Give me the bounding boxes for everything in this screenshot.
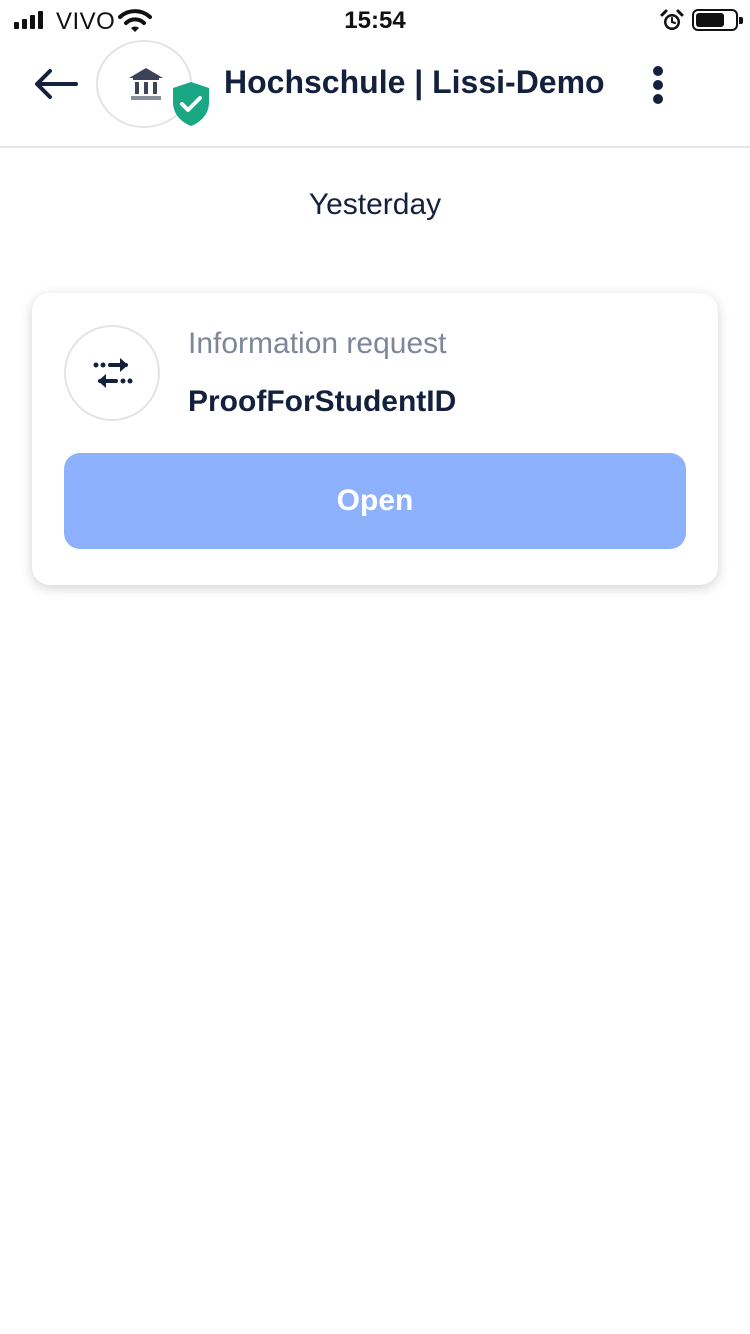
- back-button[interactable]: [30, 62, 82, 106]
- request-icon-circle: [64, 325, 160, 421]
- bank-icon: [129, 68, 163, 100]
- more-menu-button[interactable]: [640, 62, 676, 108]
- chat-header: Hochschule | Lissi-Demo: [0, 40, 750, 148]
- screen: VIVO 15:54 Hochschule | Lissi-Demo Yeste…: [0, 0, 750, 1334]
- arrow-left-icon: [35, 69, 78, 99]
- date-divider: Yesterday: [308, 188, 442, 221]
- request-type-label: Information request: [188, 327, 447, 360]
- exchange-arrows-icon: [93, 358, 133, 388]
- request-name: ProofForStudentID: [188, 385, 457, 418]
- contact-title: Hochschule | Lissi-Demo: [224, 64, 605, 100]
- open-button[interactable]: Open: [64, 453, 686, 549]
- alarm-icon: [660, 9, 684, 30]
- battery-icon: [692, 9, 743, 31]
- status-time: 15:54: [344, 7, 406, 34]
- shield-check-icon: [173, 82, 209, 126]
- status-bar: VIVO 15:54: [0, 0, 750, 40]
- information-request-card: Information request ProofForStudentID Op…: [32, 293, 718, 585]
- more-vertical-icon: [653, 66, 663, 76]
